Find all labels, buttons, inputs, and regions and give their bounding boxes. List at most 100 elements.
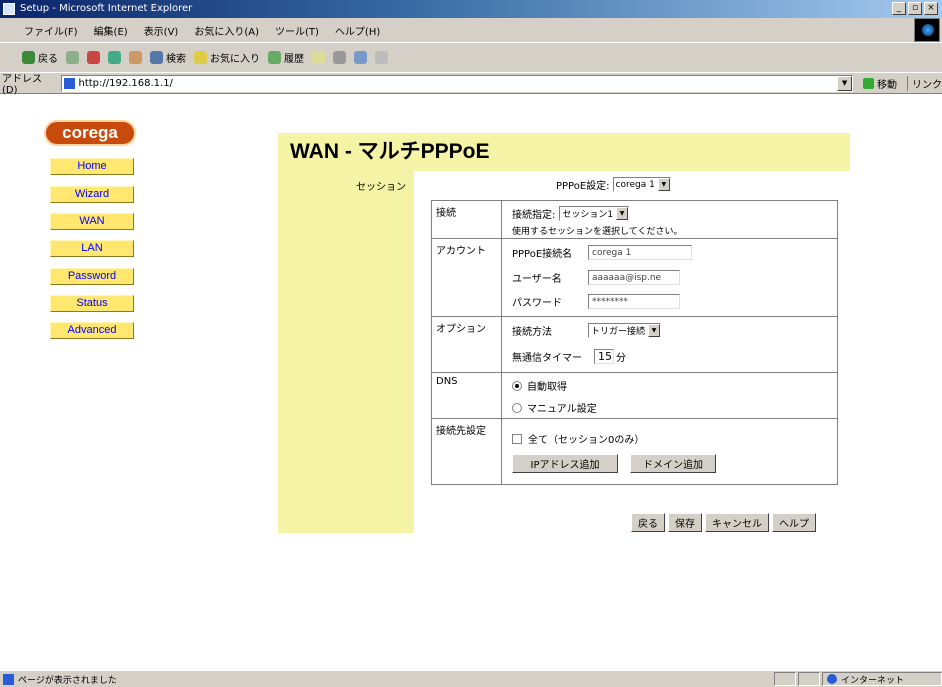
password-input[interactable]: ********	[588, 294, 680, 309]
conn-name-field: PPPoE接続名 corega 1	[512, 245, 692, 260]
go-button[interactable]: 移動	[863, 76, 897, 91]
connection-select-value: セッション1	[562, 210, 614, 220]
dns-auto-label: 自動取得	[527, 382, 567, 393]
timer-unit: 分	[616, 353, 626, 364]
action-buttons: 戻る 保存 キャンセル ヘルプ	[631, 513, 816, 532]
mail-button[interactable]	[312, 51, 325, 64]
stop-button[interactable]	[87, 51, 100, 64]
menu-help[interactable]: ヘルプ(H)	[333, 23, 382, 38]
left-panel	[278, 133, 414, 533]
edit-icon	[354, 51, 367, 64]
maximize-button[interactable]: ▫	[908, 2, 922, 15]
destination-any-checkbox[interactable]	[512, 433, 522, 444]
address-url: http://192.168.1.1/	[78, 77, 173, 89]
address-bar: アドレス(D) http://192.168.1.1/ ▼ 移動 リンク	[0, 72, 942, 96]
favorites-button[interactable]: お気に入り	[194, 50, 260, 65]
menu-view[interactable]: 表示(V)	[142, 23, 181, 38]
links-button[interactable]: リンク	[907, 75, 942, 91]
history-button[interactable]: 履歴	[268, 50, 304, 65]
menu-favorites[interactable]: お気に入り(A)	[192, 23, 261, 38]
connection-hint: 使用するセッションを選択してください。	[512, 227, 683, 237]
add-ip-button[interactable]: IPアドレス追加	[512, 454, 618, 473]
username-label: ユーザー名	[512, 274, 562, 285]
search-label: 検索	[166, 54, 186, 65]
destination-row: 接続先設定 全て（セッション0のみ） IPアドレス追加 ドメイン追加	[432, 419, 837, 484]
destination-buttons: IPアドレス追加 ドメイン追加	[512, 454, 716, 473]
username-input[interactable]: aaaaaa@isp.ne	[588, 270, 680, 285]
dns-auto-radio[interactable]	[512, 380, 522, 391]
destination-any-label: 全て（セッション0のみ）	[528, 435, 645, 446]
back-button[interactable]: 戻る	[22, 50, 58, 65]
connection-field: 接続指定: セッション1 ▼	[512, 206, 630, 221]
nav-home-button[interactable]: Home	[50, 158, 134, 175]
dns-label: DNS	[432, 373, 502, 418]
minimize-button[interactable]: _	[892, 2, 906, 15]
forward-button[interactable]	[66, 51, 79, 64]
nav-password-button[interactable]: Password	[50, 268, 134, 285]
home-icon	[129, 51, 142, 64]
print-icon	[333, 51, 346, 64]
options-label: オプション	[432, 317, 502, 372]
pppoe-setting-select[interactable]: corega 1 ▼	[612, 177, 671, 192]
nav-lan-button[interactable]: LAN	[50, 240, 134, 257]
stop-icon	[87, 51, 100, 64]
cancel-button[interactable]: キャンセル	[705, 513, 769, 532]
pppoe-setting-row: PPPoE設定: corega 1 ▼	[556, 177, 671, 192]
page-title: WAN - マルチPPPoE	[278, 133, 850, 171]
connection-select[interactable]: セッション1 ▼	[559, 206, 630, 221]
back-page-button[interactable]: 戻る	[631, 513, 665, 532]
chevron-down-icon: ▼	[616, 207, 629, 220]
dns-manual-option[interactable]: マニュアル設定	[512, 400, 597, 415]
session-label: セッション	[356, 182, 406, 193]
method-select[interactable]: トリガー接続 ▼	[588, 323, 662, 338]
go-label: 移動	[877, 79, 898, 91]
history-icon	[268, 51, 281, 64]
page-done-icon	[3, 673, 14, 685]
corega-logo: corega	[44, 120, 136, 146]
connection-row: 接続 接続指定: セッション1 ▼ 使用するセッションを選択してください。	[432, 201, 837, 239]
ie-logo-icon	[914, 18, 940, 42]
menu-edit[interactable]: 編集(E)	[92, 23, 130, 38]
favorites-label: お気に入り	[210, 54, 260, 65]
conn-name-input[interactable]: corega 1	[588, 245, 692, 260]
page-content: corega Home Wizard WAN LAN Password Stat…	[0, 95, 942, 670]
nav-wizard-button[interactable]: Wizard	[50, 186, 134, 203]
print-button[interactable]	[333, 51, 346, 64]
discuss-icon	[375, 51, 388, 64]
nav-wan-button[interactable]: WAN	[50, 213, 134, 230]
menu-file[interactable]: ファイル(F)	[22, 23, 80, 38]
save-button[interactable]: 保存	[668, 513, 702, 532]
refresh-icon	[108, 51, 121, 64]
browser-toolbar: 戻る 検索 お気に入り 履歴	[0, 42, 942, 72]
method-label: 接続方法	[512, 327, 552, 338]
discuss-button[interactable]	[375, 51, 388, 64]
address-dropdown-icon[interactable]: ▼	[837, 75, 853, 91]
nav-advanced-button[interactable]: Advanced	[50, 322, 134, 339]
chevron-down-icon: ▼	[657, 178, 670, 191]
edit-button[interactable]	[354, 51, 367, 64]
dns-row: DNS 自動取得 マニュアル設定	[432, 373, 837, 419]
search-button[interactable]: 検索	[150, 50, 186, 65]
menu-bar: ファイル(F) 編集(E) 表示(V) お気に入り(A) ツール(T) ヘルプ(…	[0, 18, 942, 42]
timer-input[interactable]: 15	[594, 349, 614, 364]
close-button[interactable]: ×	[924, 2, 938, 15]
dns-auto-option[interactable]: 自動取得	[512, 378, 567, 393]
dns-manual-radio[interactable]	[512, 402, 522, 413]
address-input[interactable]: http://192.168.1.1/ ▼	[61, 74, 854, 92]
status-pane	[798, 672, 820, 686]
go-arrow-icon	[863, 77, 875, 89]
nav-status-button[interactable]: Status	[50, 295, 134, 312]
menu-tools[interactable]: ツール(T)	[273, 23, 321, 38]
refresh-button[interactable]	[108, 51, 121, 64]
home-button[interactable]	[129, 51, 142, 64]
connection-label: 接続	[432, 201, 502, 238]
destination-any-option[interactable]: 全て（セッション0のみ）	[512, 431, 644, 446]
chevron-down-icon: ▼	[648, 324, 661, 337]
security-zone: インターネット	[822, 672, 942, 686]
conn-name-label: PPPoE接続名	[512, 249, 573, 260]
help-button[interactable]: ヘルプ	[772, 513, 816, 532]
back-arrow-icon	[22, 51, 35, 64]
add-domain-button[interactable]: ドメイン追加	[630, 454, 716, 473]
back-label: 戻る	[38, 54, 58, 65]
status-text: ページが表示されました	[18, 675, 117, 686]
